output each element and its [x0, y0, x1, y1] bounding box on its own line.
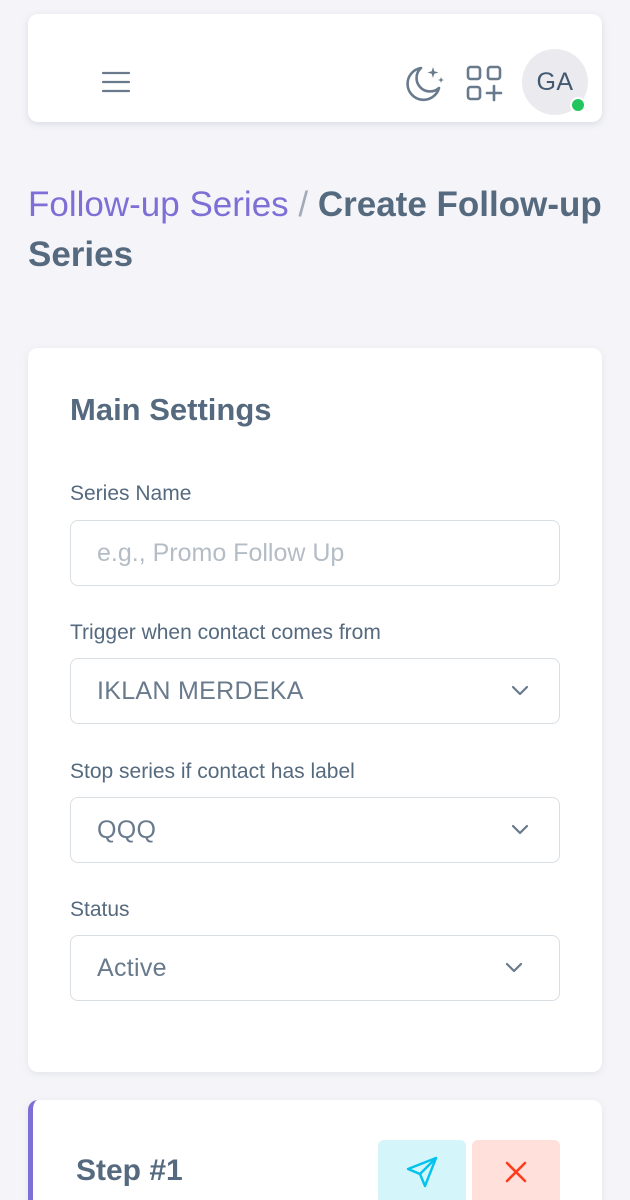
trigger-source-value: IKLAN MERDEKA	[97, 676, 304, 705]
breadcrumb-link-follow-up-series[interactable]: Follow-up Series	[28, 185, 289, 224]
delete-step-button[interactable]	[472, 1140, 560, 1200]
breadcrumb-separator: /	[298, 185, 309, 224]
stop-label-value: QQQ	[97, 815, 157, 844]
trigger-source-select[interactable]: IKLAN MERDEKA	[70, 658, 560, 724]
trigger-source-label: Trigger when contact comes from	[70, 621, 381, 644]
status-value: Active	[97, 953, 167, 982]
grid-add-icon	[466, 65, 503, 102]
stop-label-label: Stop series if contact has label	[70, 760, 355, 783]
user-avatar[interactable]: GA	[522, 49, 588, 115]
breadcrumb: Follow-up Series / Create Follow-up Seri…	[28, 180, 602, 280]
send-step-button[interactable]	[378, 1140, 466, 1200]
theme-toggle-button[interactable]	[403, 64, 447, 104]
step-card: Step #1	[28, 1100, 602, 1200]
close-icon	[505, 1161, 527, 1183]
chevron-down-icon	[511, 824, 529, 835]
menu-toggle-button[interactable]	[100, 66, 132, 98]
series-name-label: Series Name	[70, 482, 192, 505]
main-settings-card: Main Settings Series Name Trigger when c…	[28, 348, 602, 1072]
hamburger-menu-icon	[101, 71, 131, 93]
send-icon	[406, 1156, 438, 1188]
chevron-down-icon	[511, 685, 529, 696]
apps-shortcut-button[interactable]	[464, 64, 506, 104]
status-label: Status	[70, 898, 130, 921]
chevron-down-icon	[505, 962, 523, 973]
series-name-input[interactable]	[70, 520, 560, 586]
avatar-initials: GA	[536, 67, 574, 96]
moon-stars-icon	[406, 66, 444, 102]
main-settings-title: Main Settings	[70, 392, 272, 427]
stop-label-select[interactable]: QQQ	[70, 797, 560, 863]
step-title: Step #1	[76, 1154, 183, 1187]
online-status-dot	[570, 97, 586, 113]
status-select[interactable]: Active	[70, 935, 560, 1001]
top-navbar: GA	[28, 14, 602, 122]
